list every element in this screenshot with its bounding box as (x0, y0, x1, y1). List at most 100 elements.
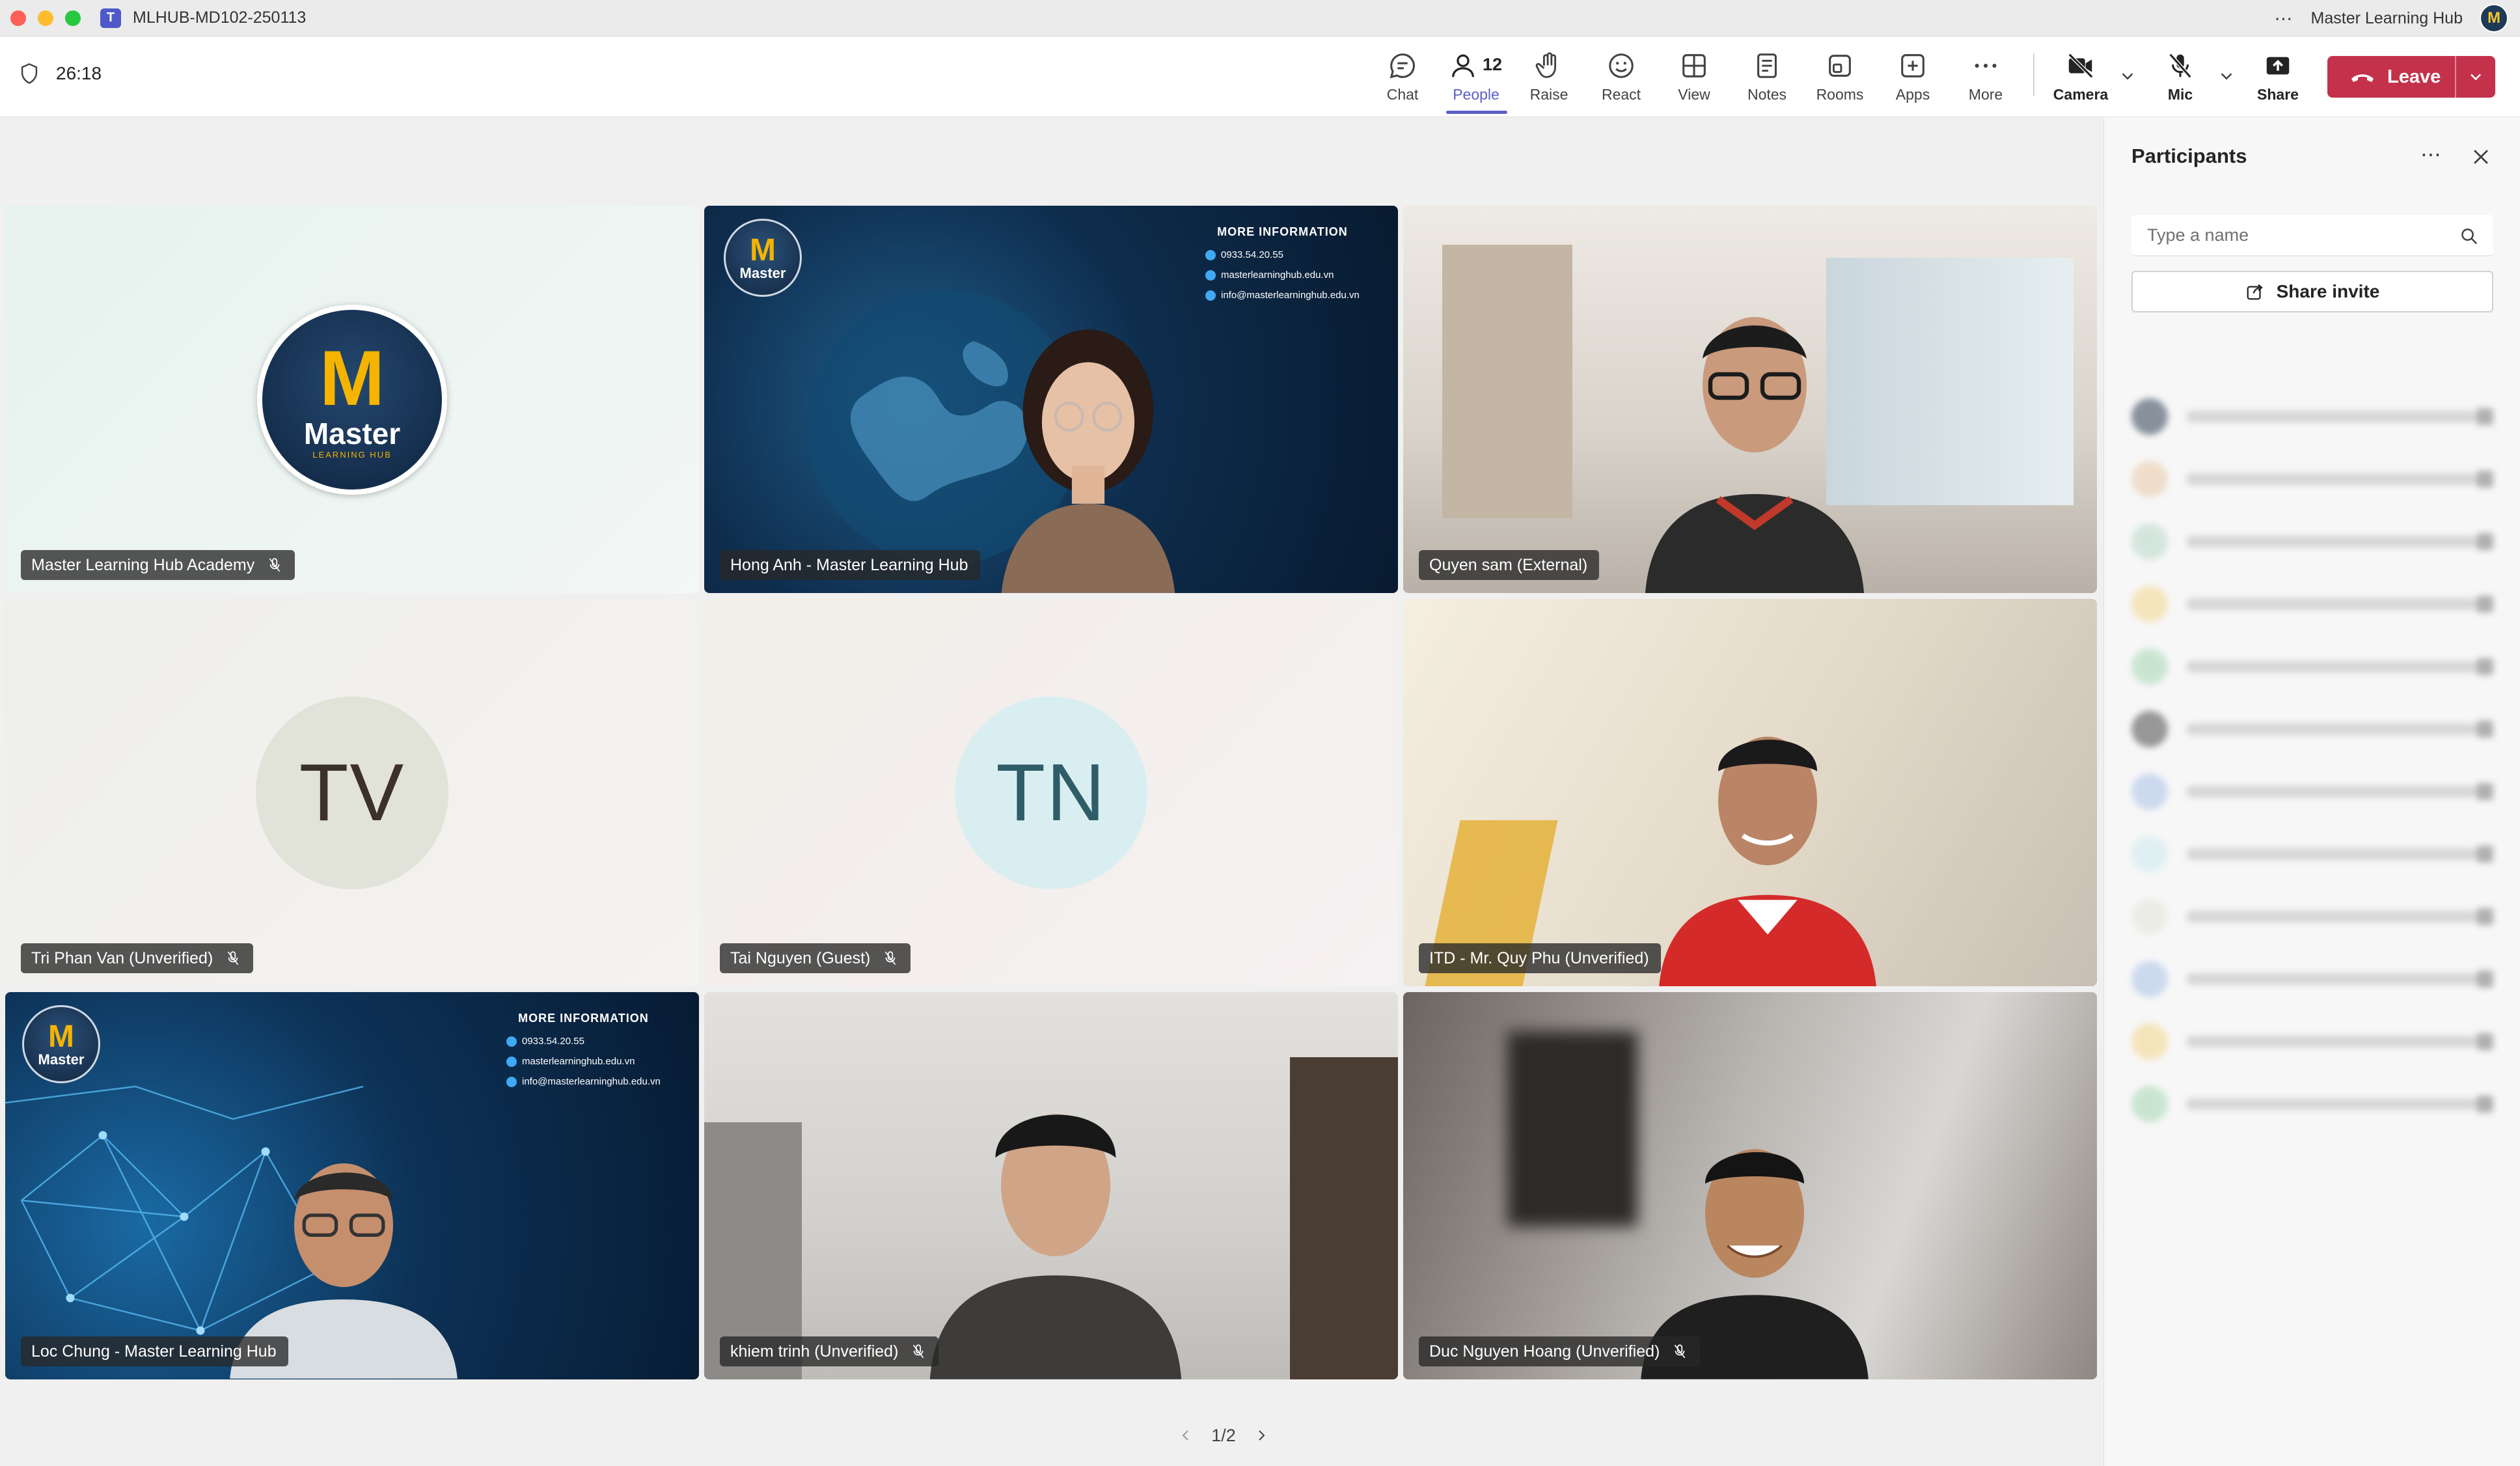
window-menu-button[interactable]: ⋯ (2275, 8, 2294, 29)
apps-button[interactable]: Apps (1880, 51, 1945, 109)
window-title: MLHUB-MD102-250113 (133, 8, 307, 27)
camera-button[interactable]: Camera (2048, 51, 2113, 109)
blurred-background-object (1507, 1031, 1637, 1226)
info-heading: MORE INFORMATION (518, 1012, 649, 1025)
participant-list-blurred (2104, 325, 2520, 1269)
chat-icon (1390, 53, 1415, 79)
list-item[interactable] (2131, 960, 2493, 999)
share-button[interactable]: Share (2245, 51, 2310, 109)
mic-off-icon (2169, 53, 2192, 79)
info-email: info@masterlearninghub.edu.vn (1221, 290, 1360, 301)
rooms-label: Rooms (1816, 86, 1864, 103)
share-invite-button[interactable]: Share invite (2131, 271, 2493, 312)
more-dots-icon (1975, 63, 1997, 68)
info-email-row: info@masterlearninghub.edu.vn (1205, 290, 1360, 301)
chevron-left-icon[interactable] (1178, 1428, 1194, 1443)
participant-name: Quyen sam (External) (1429, 555, 1588, 574)
list-item[interactable] (2131, 397, 2493, 436)
person-video (929, 1114, 1182, 1379)
logo-letter: M (750, 233, 776, 268)
list-item[interactable] (2131, 1022, 2493, 1061)
mic-options-chevron-icon[interactable] (2217, 66, 2236, 86)
add-apps-icon (1901, 54, 1924, 77)
participant-tile[interactable]: Quyen sam (External) (1403, 206, 2097, 593)
person-video (1001, 329, 1175, 593)
zoom-window-button[interactable] (65, 10, 81, 26)
minimize-window-button[interactable] (38, 10, 53, 26)
breakout-rooms-icon (1829, 55, 1851, 77)
mic-muted-icon (913, 1344, 924, 1359)
info-web-row: masterlearninghub.edu.vn (1205, 270, 1360, 281)
chevron-right-icon[interactable] (1253, 1428, 1269, 1443)
participant-tile[interactable]: TN Tai Nguyen (Guest) (704, 599, 1398, 986)
elapsed-time: 26:18 (56, 63, 102, 83)
list-item[interactable] (2131, 897, 2493, 936)
leave-options-button[interactable] (2456, 68, 2495, 86)
info-phone: 0933.54.20.55 (1221, 249, 1283, 260)
participant-tile[interactable]: Duc Nguyen Hoang (Unverified) (1403, 992, 2097, 1379)
info-email-row: info@masterlearninghub.edu.vn (506, 1076, 661, 1087)
close-window-button[interactable] (10, 10, 26, 26)
participant-name-tag: Tri Phan Van (Unverified) (21, 943, 254, 973)
view-button[interactable]: View (1662, 51, 1727, 109)
mic-muted-icon (885, 951, 896, 965)
camera-options-chevron-icon[interactable] (2118, 66, 2137, 86)
camera-off-icon (2068, 53, 2094, 79)
list-item[interactable] (2131, 647, 2493, 686)
contact-info-overlay: MORE INFORMATION 0933.54.20.55 masterlea… (1205, 225, 1360, 310)
logo-letter: M (320, 334, 385, 422)
meeting-timer: 26:18 (20, 62, 102, 85)
participant-tile[interactable]: M Master MORE INFORMATION 0933.54.20.55 … (704, 206, 1398, 593)
web-icon (1205, 270, 1216, 281)
close-icon[interactable] (2470, 146, 2492, 168)
react-button[interactable]: React (1589, 51, 1654, 109)
title-bar-right: ⋯ Master Learning Hub M (2275, 0, 2508, 36)
participant-name: Tai Nguyen (Guest) (730, 948, 871, 967)
participant-search-input[interactable] (2147, 225, 2459, 245)
list-item[interactable] (2131, 1085, 2493, 1124)
mic-button[interactable]: Mic (2148, 51, 2213, 109)
participant-name: Master Learning Hub Academy (31, 555, 255, 574)
list-item[interactable] (2131, 835, 2493, 874)
master-small-logo: M Master (724, 219, 802, 297)
participant-name-tag: khiem trinh (Unverified) (720, 1336, 939, 1366)
leave-button[interactable]: Leave (2327, 56, 2495, 98)
chat-button[interactable]: Chat (1370, 51, 1435, 109)
mic-muted-icon (1675, 1344, 1686, 1359)
list-item[interactable] (2131, 585, 2493, 624)
panel-more-options-button[interactable]: ⋯ (2420, 142, 2443, 167)
participant-search (2131, 215, 2493, 256)
mic-label: Mic (2167, 86, 2193, 103)
person-video (1659, 736, 1876, 986)
participant-tile[interactable]: M Master MORE INFORMATION 0933.54.20.55 … (5, 992, 699, 1379)
notes-label: Notes (1747, 86, 1787, 103)
participant-tile[interactable]: ITD - Mr. Quy Phu (Unverified) (1403, 599, 2097, 986)
notes-icon (1757, 53, 1777, 78)
window-title-bar: T MLHUB-MD102-250113 ⋯ Master Learning H… (0, 0, 2520, 36)
list-item[interactable] (2131, 772, 2493, 811)
window-controls (10, 10, 81, 26)
rooms-button[interactable]: Rooms (1807, 51, 1872, 109)
chat-label: Chat (1386, 86, 1419, 103)
participant-tile[interactable]: TV Tri Phan Van (Unverified) (5, 599, 699, 986)
more-button[interactable]: More (1953, 51, 2018, 109)
people-button[interactable]: 12 People (1444, 51, 1509, 109)
participant-initials-avatar: TV (256, 696, 448, 889)
info-phone: 0933.54.20.55 (522, 1036, 584, 1047)
list-item[interactable] (2131, 460, 2493, 499)
list-item[interactable] (2131, 522, 2493, 561)
people-count-badge: 12 (1483, 55, 1503, 74)
raise-hand-button[interactable]: Raise (1516, 51, 1582, 109)
participant-tile[interactable]: khiem trinh (Unverified) (704, 992, 1398, 1379)
profile-avatar[interactable]: M (2480, 4, 2508, 33)
organization-name: Master Learning Hub (2310, 8, 2463, 27)
notes-button[interactable]: Notes (1734, 51, 1800, 109)
leave-main-button[interactable]: Leave (2327, 56, 2455, 98)
share-screen-icon (2266, 57, 2290, 75)
participant-tile[interactable]: M Master LEARNING HUB Master Learning Hu… (5, 206, 699, 593)
contact-info-overlay: MORE INFORMATION 0933.54.20.55 masterlea… (506, 1012, 661, 1096)
logo-word: Master (303, 416, 401, 450)
list-item[interactable] (2131, 710, 2493, 749)
share-icon (2247, 284, 2263, 300)
participant-name-tag: Loc Chung - Master Learning Hub (21, 1336, 288, 1366)
